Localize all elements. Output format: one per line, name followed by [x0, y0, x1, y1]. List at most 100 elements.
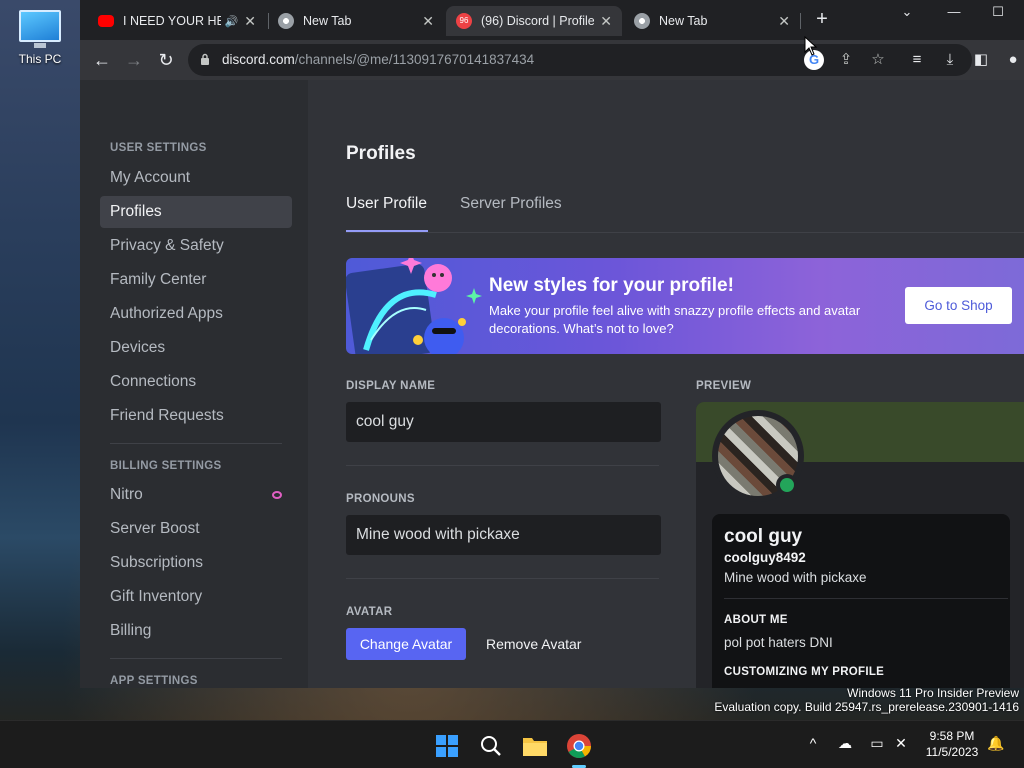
url-path: /channels/@me/1130917670141837434	[294, 52, 535, 67]
monitor-icon	[19, 10, 61, 48]
maximize-button[interactable]: ☐	[986, 4, 1010, 20]
sidebar-item-my-account[interactable]: My Account	[100, 162, 292, 194]
youtube-icon	[98, 15, 114, 27]
forward-button[interactable]: →	[122, 48, 146, 72]
address-bar[interactable]: discord.com/channels/@me/113091767014183…	[188, 44, 972, 76]
profile-styles-banner: New styles for your profile! Make your p…	[346, 258, 1024, 354]
settings-main-content: Profiles User Profile Server Profiles Ne…	[308, 80, 1024, 688]
change-avatar-button[interactable]: Change Avatar	[346, 628, 466, 660]
volume-muted-icon[interactable]: ✕	[891, 735, 911, 752]
page-title: Profiles	[346, 143, 416, 164]
tab-user-profile[interactable]: User Profile	[346, 195, 427, 213]
file-explorer-button[interactable]	[518, 729, 552, 763]
sidebar-item-family-center[interactable]: Family Center	[100, 264, 292, 296]
chrome-icon	[567, 734, 591, 759]
watermark-line: Windows 11 Pro Insider Preview	[847, 686, 1019, 700]
browser-toolbar: ← → ↻ discord.com/channels/@me/113091767…	[80, 40, 1024, 80]
sidebar-item-nitro[interactable]: Nitro	[100, 479, 292, 511]
close-tab-icon[interactable]: ✕	[422, 13, 434, 30]
profile-preview-card: cool guy coolguy8492 Mine wood with pick…	[696, 402, 1024, 688]
browser-chrome: I NEED YOUR HE 🔊 ✕ New Tab ✕ 96 (96) Dis…	[80, 0, 1024, 80]
back-button[interactable]: ←	[90, 48, 114, 72]
download-icon[interactable]: ⤓	[939, 49, 961, 71]
media-control-icon[interactable]: ≡	[906, 49, 928, 71]
onedrive-icon[interactable]: ☁	[835, 735, 855, 752]
sidebar-item-server-boost[interactable]: Server Boost	[100, 513, 292, 545]
preview-display-name: cool guy	[724, 526, 803, 547]
minimize-button[interactable]: —	[942, 4, 966, 19]
banner-description: Make your profile feel alive with snazzy…	[489, 303, 861, 336]
share-icon[interactable]: ⇪	[836, 50, 856, 70]
chrome-icon	[278, 13, 294, 29]
side-panel-icon[interactable]: ◧	[970, 49, 992, 71]
customizing-header: CUSTOMIZING MY PROFILE	[724, 666, 885, 678]
profile-icon[interactable]: ●	[1002, 49, 1024, 71]
lock-icon[interactable]	[200, 53, 210, 65]
url-host: discord.com	[222, 52, 295, 67]
reload-button[interactable]: ↻	[154, 48, 178, 72]
notification-bell-icon[interactable]: 🔔	[986, 735, 1006, 752]
close-tab-icon[interactable]: ✕	[778, 13, 790, 30]
sidebar-item-profiles[interactable]: Profiles	[100, 196, 292, 228]
sidebar-item-connections[interactable]: Connections	[100, 366, 292, 398]
windows-icon	[436, 735, 458, 757]
tab-separator	[800, 13, 801, 29]
pronouns-field[interactable]: Mine wood with pickaxe	[346, 515, 661, 555]
start-button[interactable]	[430, 729, 464, 763]
preview-username: coolguy8492	[724, 550, 806, 565]
sidebar-item-label: Nitro	[110, 486, 143, 503]
billing-settings-header: BILLING SETTINGS	[110, 460, 222, 472]
sidebar-item-subscriptions[interactable]: Subscriptions	[100, 547, 292, 579]
url-text: discord.com/channels/@me/113091767014183…	[222, 52, 534, 67]
user-settings-header: USER SETTINGS	[110, 142, 207, 154]
discord-icon: 96	[456, 13, 472, 29]
close-tab-icon[interactable]: ✕	[244, 13, 256, 30]
search-button[interactable]	[474, 729, 508, 763]
this-pc-desktop-icon[interactable]: This PC	[12, 10, 68, 66]
display-name-label: DISPLAY NAME	[346, 380, 436, 392]
clock-date: 11/5/2023	[925, 745, 979, 759]
preview-divider	[724, 598, 1008, 599]
app-settings-header: APP SETTINGS	[110, 675, 198, 687]
about-me-text: pol pot haters DNI	[724, 635, 833, 650]
sidebar-divider	[110, 658, 282, 659]
browser-tab-active[interactable]: 96 (96) Discord | Profile ✕	[446, 6, 622, 36]
sidebar-item-privacy-safety[interactable]: Privacy & Safety	[100, 230, 292, 262]
display-name-field[interactable]: cool guy	[346, 402, 661, 442]
go-to-shop-button[interactable]: Go to Shop	[905, 287, 1012, 324]
profile-preview-body: cool guy coolguy8492 Mine wood with pick…	[712, 514, 1010, 688]
remove-avatar-button[interactable]: Remove Avatar	[486, 628, 581, 660]
close-tab-icon[interactable]: ✕	[600, 13, 612, 30]
desktop-icon-label: This PC	[18, 52, 62, 66]
pronouns-label: PRONOUNS	[346, 493, 415, 505]
sidebar-item-billing[interactable]: Billing	[100, 615, 292, 647]
form-divider	[346, 465, 659, 466]
banner-title: New styles for your profile!	[489, 275, 734, 296]
system-clock[interactable]: 9:58 PM 11/5/2023	[916, 728, 988, 760]
bookmark-star-icon[interactable]: ☆	[868, 50, 888, 70]
chrome-taskbar-button[interactable]	[562, 729, 596, 768]
watermark-line: Evaluation copy. Build 25947.rs_prerelea…	[714, 700, 1019, 714]
sidebar-item-gift-inventory[interactable]: Gift Inventory	[100, 581, 292, 613]
browser-tab[interactable]: New Tab ✕	[624, 6, 800, 36]
sidebar-item-devices[interactable]: Devices	[100, 332, 292, 364]
clock-time: 9:58 PM	[929, 729, 975, 743]
show-hidden-icons-button[interactable]: ^	[803, 735, 823, 751]
tab-server-profiles[interactable]: Server Profiles	[460, 195, 562, 213]
windows-watermark: Windows 11 Pro Insider Preview Evaluatio…	[714, 686, 1019, 714]
nitro-icon	[272, 491, 282, 499]
sidebar-item-authorized-apps[interactable]: Authorized Apps	[100, 298, 292, 330]
browser-tab[interactable]: I NEED YOUR HE 🔊 ✕	[88, 6, 266, 36]
tab-search-icon[interactable]: ⌄	[895, 4, 919, 20]
sidebar-item-friend-requests[interactable]: Friend Requests	[100, 400, 292, 432]
new-tab-button[interactable]: +	[810, 8, 834, 31]
folder-icon	[523, 738, 547, 756]
network-icon[interactable]: ▭	[867, 735, 887, 752]
chrome-window: I NEED YOUR HE 🔊 ✕ New Tab ✕ 96 (96) Dis…	[80, 0, 1024, 688]
form-divider	[346, 578, 659, 579]
browser-tab[interactable]: New Tab ✕	[268, 6, 444, 36]
avatar-frame	[712, 410, 804, 502]
about-me-header: ABOUT ME	[724, 614, 788, 626]
tab-strip: I NEED YOUR HE 🔊 ✕ New Tab ✕ 96 (96) Dis…	[80, 0, 1024, 40]
speaker-icon[interactable]: 🔊	[225, 15, 239, 28]
